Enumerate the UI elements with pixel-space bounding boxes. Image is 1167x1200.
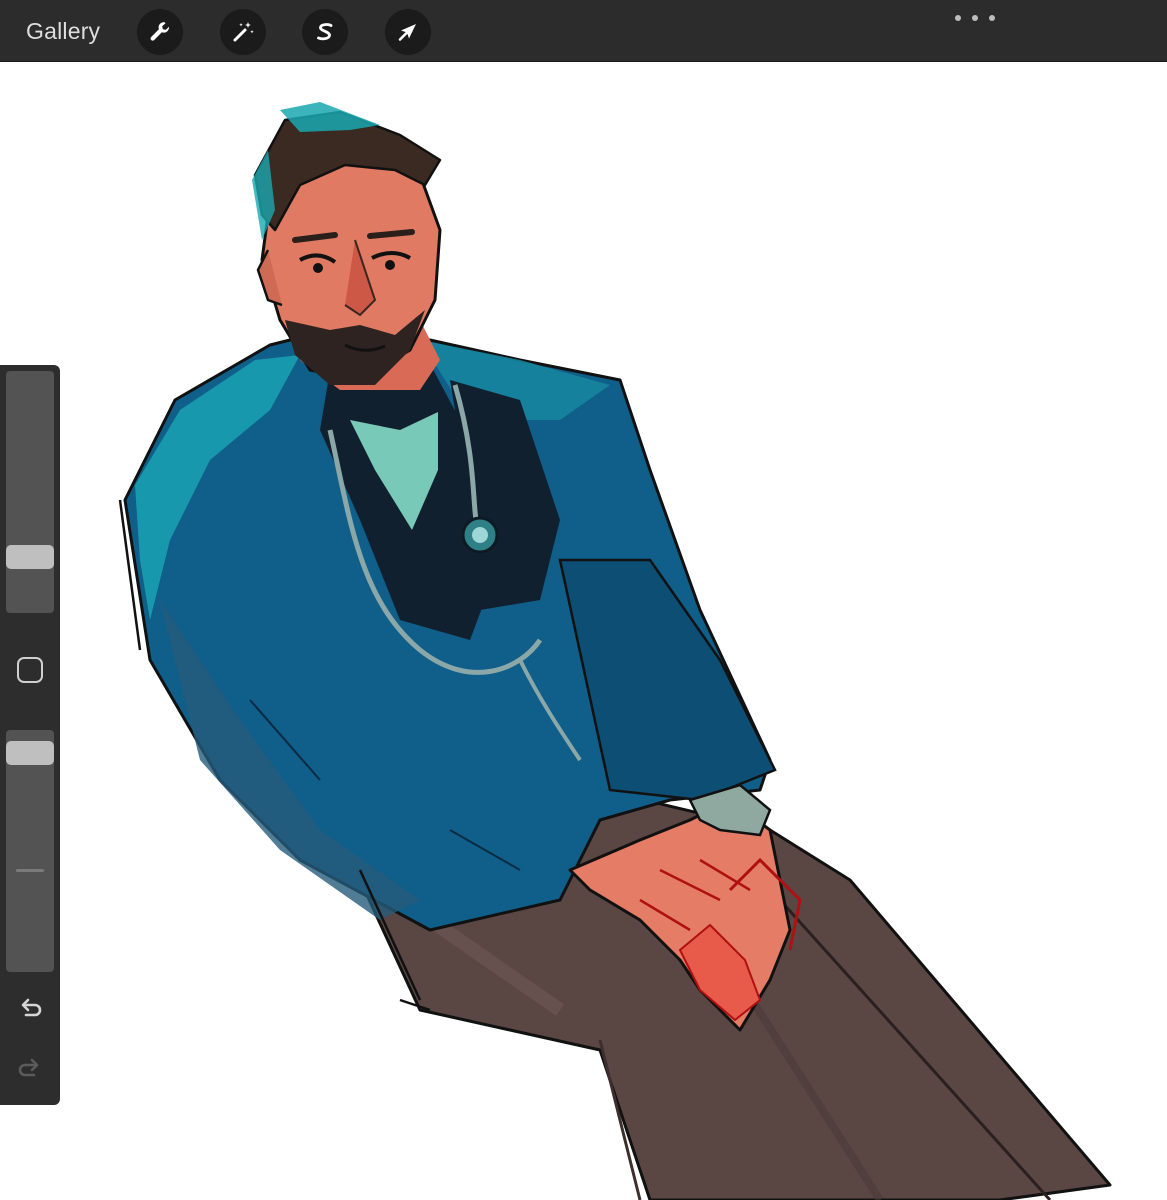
- gallery-button[interactable]: Gallery: [26, 16, 100, 46]
- opacity-midpoint-mark: [16, 869, 44, 872]
- ellipsis-icon: [955, 15, 961, 21]
- arrow-cursor-icon: [398, 24, 416, 41]
- undo-icon[interactable]: [15, 993, 45, 1023]
- left-sidebar: [0, 365, 60, 1105]
- adjustments-button[interactable]: [220, 9, 266, 55]
- opacity-slider[interactable]: [6, 730, 54, 972]
- brush-size-slider[interactable]: [6, 371, 54, 613]
- wrench-icon: [150, 22, 170, 41]
- opacity-thumb[interactable]: [6, 741, 54, 765]
- selection-button[interactable]: [302, 9, 348, 55]
- selection-s-icon: [317, 23, 333, 41]
- redo-icon[interactable]: [15, 1053, 45, 1083]
- drawing-canvas[interactable]: [0, 62, 1167, 1200]
- top-toolbar: Gallery: [0, 0, 1167, 62]
- more-options-button[interactable]: [955, 8, 995, 28]
- magic-wand-icon: [233, 22, 254, 42]
- brush-size-thumb[interactable]: [6, 545, 54, 569]
- transform-button[interactable]: [385, 9, 431, 55]
- artwork-illustration: [118, 102, 1112, 1200]
- actions-button[interactable]: [137, 9, 183, 55]
- modify-square-icon[interactable]: [17, 657, 43, 683]
